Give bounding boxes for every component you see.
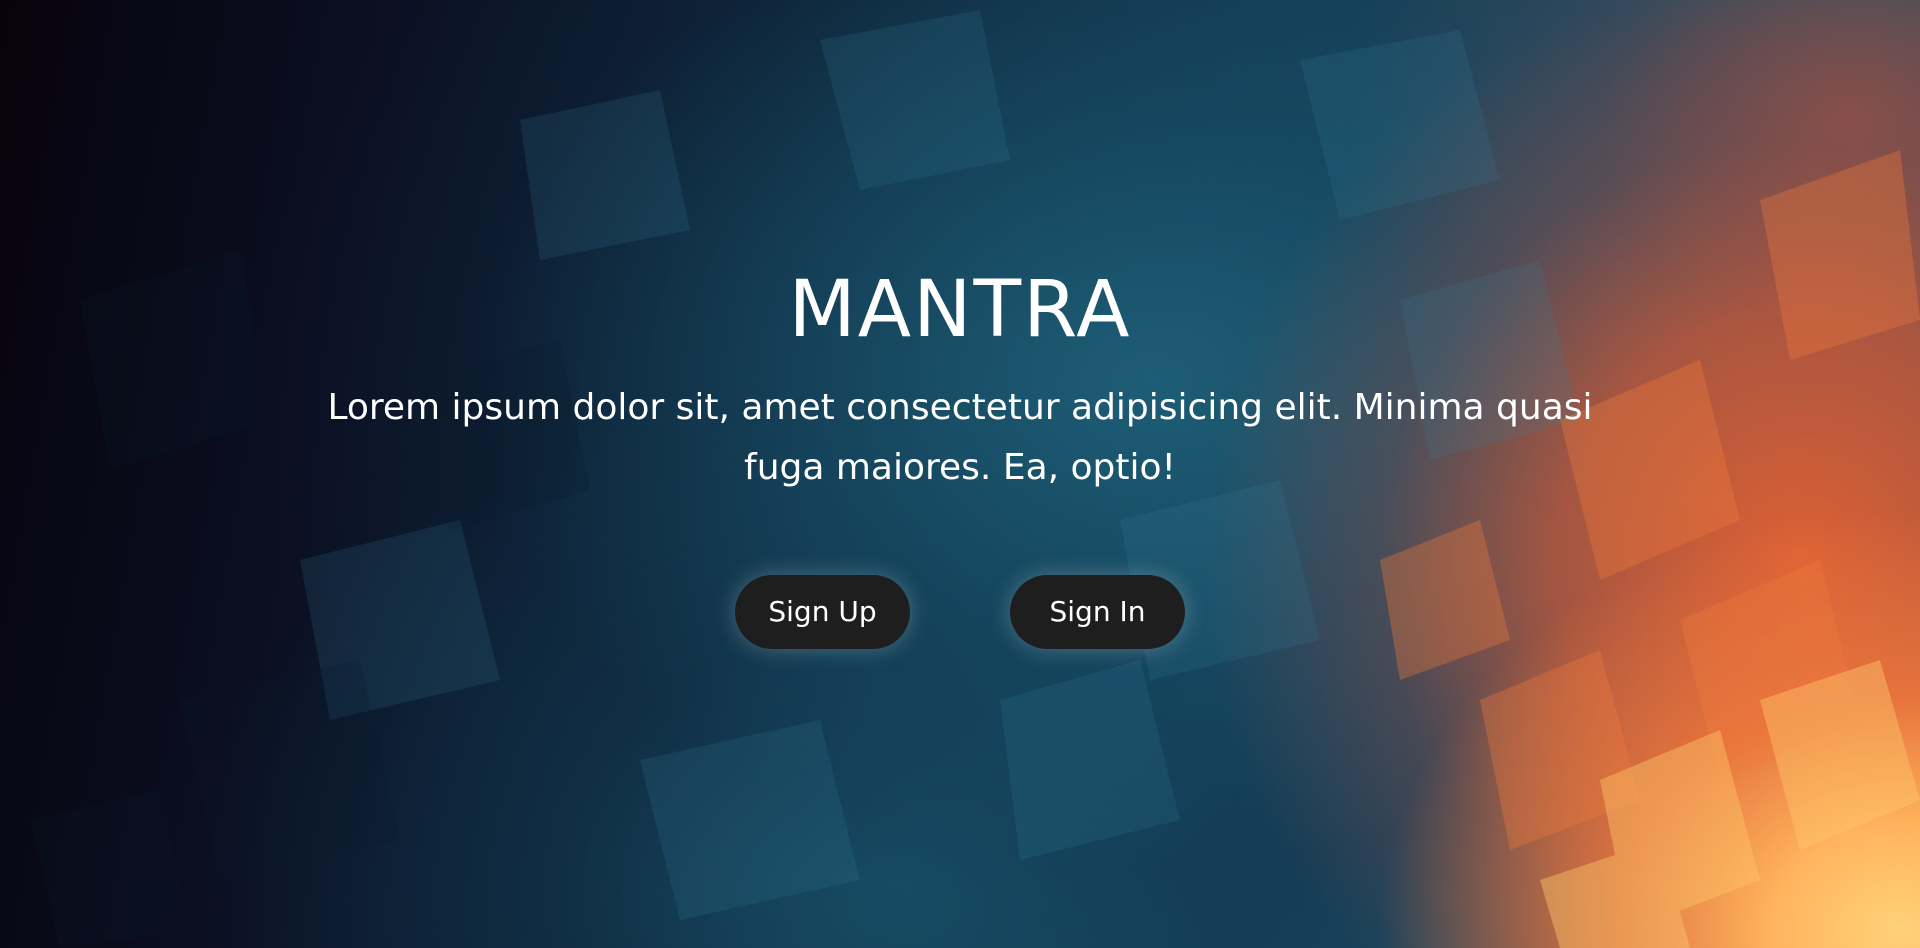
hero-section: MANTRA Lorem ipsum dolor sit, amet conse… — [0, 0, 1920, 948]
sign-in-button[interactable]: Sign In — [1010, 575, 1185, 649]
hero-subtitle: Lorem ipsum dolor sit, amet consectetur … — [327, 387, 1593, 488]
site-title: MANTRA — [788, 265, 1132, 355]
sign-up-button[interactable]: Sign Up — [735, 575, 910, 649]
